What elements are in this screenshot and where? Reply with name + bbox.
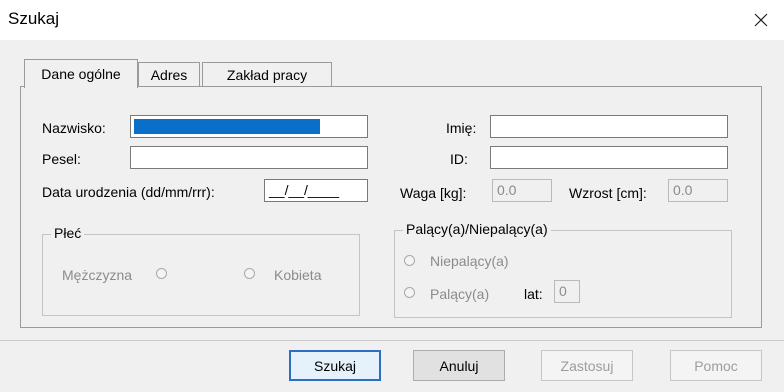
waga-field: 0.0 bbox=[492, 179, 552, 202]
data-urodzenia-field[interactable]: __/__/____ bbox=[264, 179, 368, 202]
pomoc-button: Pomoc bbox=[670, 350, 762, 381]
niepalacy-label: Niepalący(a) bbox=[430, 253, 509, 269]
imie-field[interactable] bbox=[490, 115, 728, 138]
pesel-label: Pesel: bbox=[42, 151, 81, 167]
tab-label: Zakład pracy bbox=[226, 66, 308, 83]
nazwisko-label: Nazwisko: bbox=[42, 120, 106, 136]
kobieta-label: Kobieta bbox=[274, 267, 322, 283]
tab-label: Adres bbox=[150, 66, 188, 83]
lat-label: lat: bbox=[524, 286, 543, 302]
data-urodzenia-label: Data urodzenia (dd/mm/rrr): bbox=[42, 184, 215, 200]
tab-dane-ogolne[interactable]: Dane ogólne bbox=[24, 59, 138, 88]
id-field[interactable] bbox=[490, 146, 728, 169]
divider bbox=[0, 340, 784, 341]
palacy-radio[interactable] bbox=[404, 287, 415, 298]
palacy-groupbox: Palący(a)/Niepalący(a) bbox=[394, 221, 732, 318]
window-title: Szukaj bbox=[8, 9, 60, 28]
mezczyzna-radio[interactable] bbox=[156, 268, 167, 279]
kobieta-radio[interactable] bbox=[244, 268, 255, 279]
imie-label: Imię: bbox=[446, 120, 477, 136]
tab-zaklad-pracy[interactable]: Zakład pracy bbox=[202, 62, 332, 86]
lat-field: 0 bbox=[554, 280, 580, 303]
nazwisko-field[interactable] bbox=[130, 115, 368, 138]
wzrost-field: 0.0 bbox=[668, 179, 728, 202]
anuluj-button[interactable]: Anuluj bbox=[413, 350, 505, 381]
text-selection bbox=[134, 119, 320, 134]
wzrost-label: Wzrost [cm]: bbox=[569, 185, 647, 201]
waga-label: Waga [kg]: bbox=[400, 185, 467, 201]
title-bar: Szukaj bbox=[0, 0, 784, 40]
zastosuj-button: Zastosuj bbox=[541, 350, 633, 381]
id-label: ID: bbox=[450, 151, 468, 167]
pesel-field[interactable] bbox=[130, 146, 368, 169]
tab-label: Dane ogólne bbox=[41, 66, 121, 82]
niepalacy-radio[interactable] bbox=[404, 255, 415, 266]
close-button[interactable] bbox=[738, 0, 784, 40]
mezczyzna-label: Mężczyzna bbox=[62, 267, 133, 283]
tab-strip: Dane ogólne Adres Zakład pracy bbox=[0, 40, 784, 90]
plec-legend: Płeć bbox=[51, 225, 85, 241]
palacy-legend: Palący(a)/Niepalący(a) bbox=[403, 221, 551, 237]
close-icon bbox=[754, 13, 768, 27]
szukaj-button[interactable]: Szukaj bbox=[289, 350, 381, 381]
palacy-label: Palący(a) bbox=[430, 286, 490, 302]
tab-adres[interactable]: Adres bbox=[138, 62, 200, 86]
